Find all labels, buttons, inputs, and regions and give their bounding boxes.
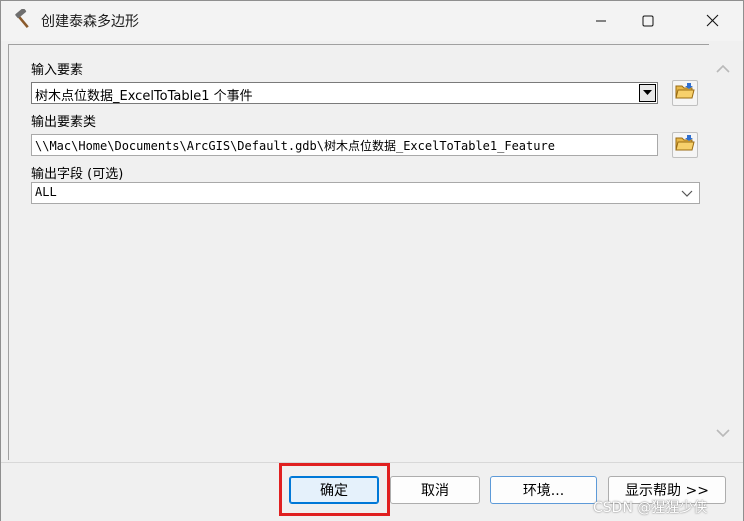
dropdown-arrow-icon <box>643 90 652 95</box>
chevron-down-icon <box>681 187 693 199</box>
output-feature-class-value: \\Mac\Home\Documents\ArcGIS\Default.gdb\… <box>35 139 555 153</box>
input-features-label: 输入要素 <box>31 63 84 78</box>
minimize-button[interactable] <box>578 1 624 41</box>
title-bar[interactable]: 创建泰森多边形 <box>1 1 743 41</box>
input-features-combobox[interactable]: 树木点位数据_ExcelToTable1 个事件 <box>31 82 658 104</box>
input-features-value: 树木点位数据_ExcelToTable1 个事件 <box>35 89 253 104</box>
window-title: 创建泰森多边形 <box>41 14 139 30</box>
vertical-scrollbar[interactable] <box>711 46 735 460</box>
maximize-icon <box>642 12 654 31</box>
output-fields-value: ALL <box>35 185 57 199</box>
close-button[interactable] <box>689 1 735 41</box>
ok-button[interactable]: 确定 <box>289 476 379 504</box>
output-feature-class-label: 输出要素类 <box>31 115 97 130</box>
minimize-icon <box>595 12 607 31</box>
close-icon <box>706 12 719 31</box>
cancel-button[interactable]: 取消 <box>390 476 480 504</box>
folder-icon <box>675 82 695 104</box>
parameters-panel: 输入要素 树木点位数据_ExcelToTable1 个事件 输出要素类 \\Ma… <box>8 44 709 460</box>
maximize-button[interactable] <box>625 1 671 41</box>
output-feature-class-input[interactable]: \\Mac\Home\Documents\ArcGIS\Default.gdb\… <box>31 134 658 156</box>
combo-arrow-button[interactable] <box>639 84 656 102</box>
hammer-icon <box>13 8 35 31</box>
browse-input-button[interactable] <box>672 80 698 106</box>
output-fields-label: 输出字段 (可选) <box>31 167 124 182</box>
watermark-text: CSDN @猩猩少侠 <box>593 500 708 516</box>
scroll-down-icon[interactable] <box>715 426 731 440</box>
dialog-window: 创建泰森多边形 输入要素 树木点位数据_ExcelToTable1 个事件 输出… <box>0 0 744 521</box>
browse-output-button[interactable] <box>672 132 698 158</box>
folder-icon <box>675 134 695 156</box>
scroll-up-icon[interactable] <box>715 62 731 76</box>
environments-button[interactable]: 环境... <box>490 476 597 504</box>
output-fields-select[interactable]: ALL <box>31 182 700 204</box>
